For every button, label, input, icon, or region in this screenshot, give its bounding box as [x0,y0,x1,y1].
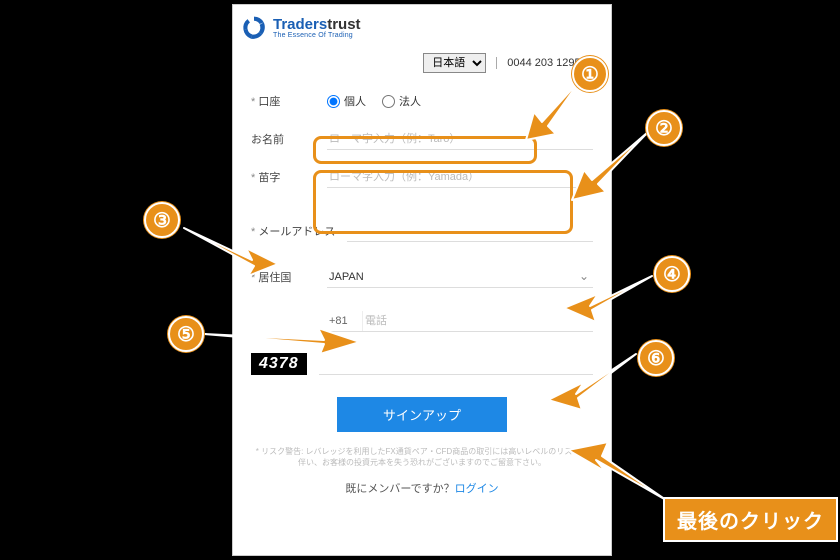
account-corporate-radio[interactable]: 法人 [382,93,421,109]
name-label: お名前 [251,131,327,147]
email-field[interactable] [347,221,593,242]
name-field[interactable] [327,129,593,150]
account-type-label: 口座 [251,93,327,109]
login-link[interactable]: ログイン [455,483,499,495]
annotation-badge: ① [572,56,608,92]
country-select[interactable]: JAPAN [327,267,593,288]
annotation-badge: ⑤ [168,316,204,352]
signup-form: 口座 個人 法人 お名前 苗字 メールアドレス 居住国 JAPAN +81 [233,85,611,496]
logo-icon [241,15,267,41]
annotation-badge: ⑥ [638,340,674,376]
annotation-badge: ② [646,110,682,146]
final-click-label: 最後のクリック [663,497,838,542]
phone-country-code[interactable]: +81 [327,311,363,331]
account-personal-radio[interactable]: 個人 [327,93,366,109]
email-label: メールアドレス [251,223,347,239]
annotation-badge: ④ [654,256,690,292]
language-select[interactable]: 日本語 [423,53,486,73]
captcha-field[interactable] [319,354,593,375]
surname-label: 苗字 [251,169,327,185]
already-member: 既にメンバーですか？ログイン [251,480,593,496]
logo-text: Traderstrust [273,17,361,32]
phone-field[interactable] [363,311,593,331]
topbar: 日本語 0044 203 1295899 [233,47,611,79]
country-label: 居住国 [251,269,327,285]
signup-button[interactable]: サインアップ [337,397,507,432]
captcha-image: 4378 [251,353,307,375]
logo: Traderstrust The Essence Of Trading [233,5,611,47]
signup-window: Traderstrust The Essence Of Trading 日本語 … [232,4,612,556]
surname-field[interactable] [327,167,593,188]
risk-disclaimer: * リスク警告: レバレッジを利用したFX通貨ペア・CFD商品の取引には高いレベ… [251,446,593,468]
logo-tagline: The Essence Of Trading [273,32,361,39]
annotation-badge: ③ [144,202,180,238]
